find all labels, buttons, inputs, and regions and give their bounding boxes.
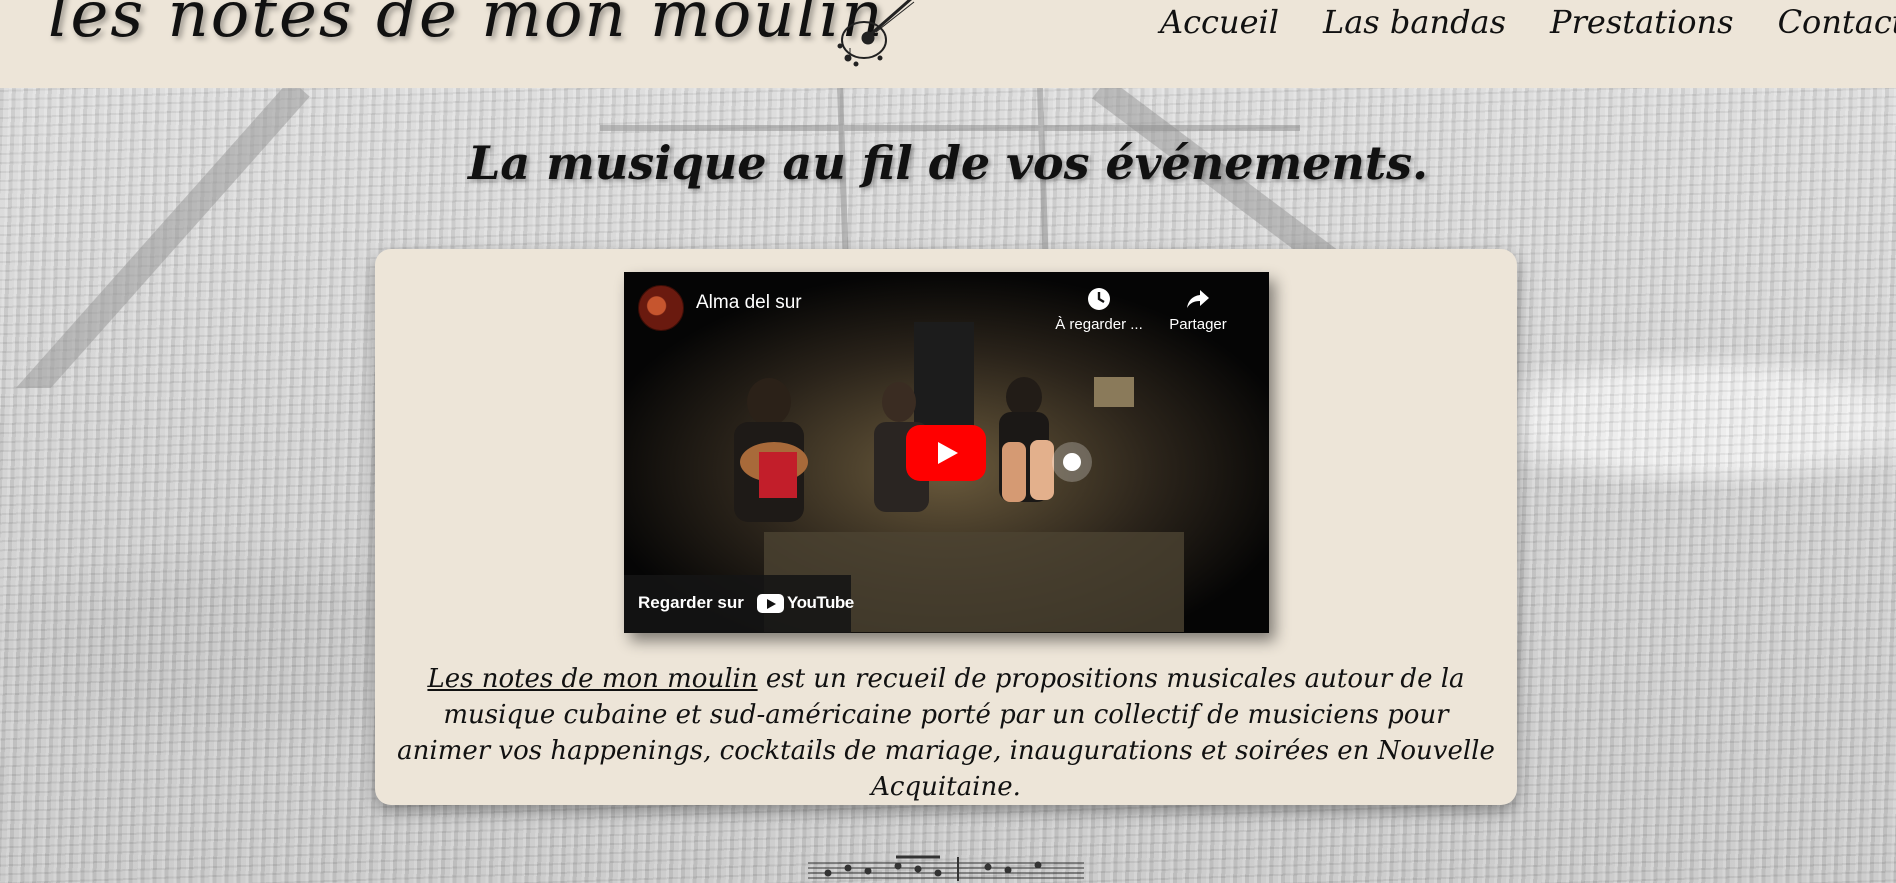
nav-contact[interactable]: Contact <box>1778 0 1896 44</box>
guitar-notes-icon[interactable] <box>826 0 922 76</box>
watch-on-youtube-button[interactable]: Regarder sur YouTube <box>624 575 854 633</box>
intro-card: Alma del sur À regarder ... Partager Reg… <box>375 249 1517 805</box>
site-header: les notes de mon moulin Accueil Las band… <box>0 0 1896 88</box>
share-button[interactable]: Partager <box>1148 286 1248 333</box>
youtube-play-glyph <box>757 593 784 613</box>
youtube-embed[interactable]: Alma del sur À regarder ... Partager Reg… <box>624 272 1269 633</box>
clock-icon <box>1088 288 1110 310</box>
main-nav: Accueil Las bandas Prestations Contact <box>1160 0 1896 44</box>
nav-las-bandas[interactable]: Las bandas <box>1323 0 1506 44</box>
site-logo-text[interactable]: les notes de mon moulin <box>48 0 885 52</box>
share-label: Partager <box>1169 316 1227 333</box>
youtube-wordmark: YouTube <box>787 593 854 612</box>
play-button[interactable] <box>906 425 986 481</box>
intro-description: Les notes de mon moulin est un recueil d… <box>395 661 1497 805</box>
nav-prestations[interactable]: Prestations <box>1550 0 1734 44</box>
brand-link[interactable]: Les notes de mon moulin <box>427 664 757 694</box>
youtube-logo-icon: YouTube <box>757 593 854 613</box>
hero-tagline: La musique au fil de vos événements. <box>467 136 1429 190</box>
nav-accueil[interactable]: Accueil <box>1160 0 1279 44</box>
watch-on-label: Regarder sur <box>638 593 744 612</box>
watch-later-button[interactable]: À regarder ... <box>1049 286 1149 333</box>
watch-later-label: À regarder ... <box>1055 316 1143 333</box>
sheet-music-decoration <box>808 855 1084 881</box>
video-title[interactable]: Alma del sur <box>696 292 802 314</box>
channel-avatar[interactable] <box>638 285 684 331</box>
share-arrow-icon <box>1187 290 1209 308</box>
